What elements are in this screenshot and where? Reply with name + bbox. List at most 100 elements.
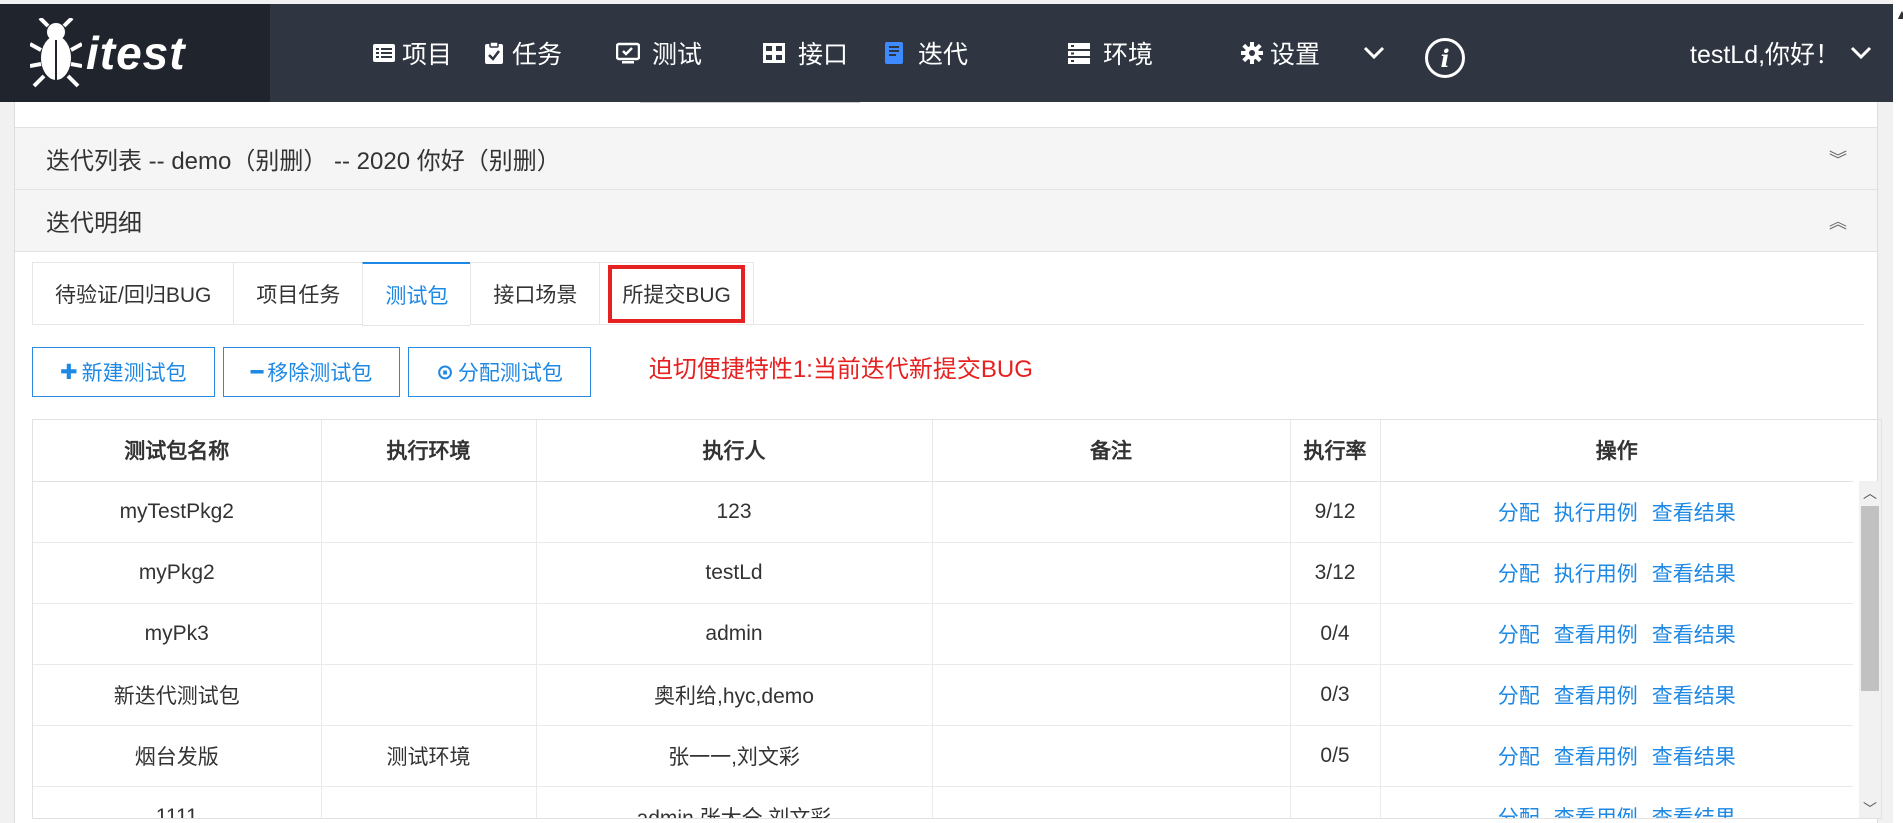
cell-env — [321, 664, 537, 726]
view-result-link[interactable]: 查看结果 — [1652, 624, 1736, 647]
nav-label: 测试 — [652, 41, 703, 69]
chevron-down-icon — [1851, 46, 1872, 60]
cell-env: 测试环境 — [321, 725, 537, 787]
iteration-detail-title: 迭代明细 — [46, 210, 142, 237]
case-link[interactable]: 执行用例 — [1554, 563, 1638, 586]
page-scroll-up-icon[interactable]: ▲ — [1895, 6, 1903, 22]
collapsed-section-stub — [15, 102, 1877, 128]
tab-test-package[interactable]: 测试包 — [362, 262, 471, 326]
cell-note — [932, 603, 1291, 665]
nav-label: 接口 — [798, 41, 849, 69]
scrollbar-thumb[interactable] — [1861, 506, 1879, 691]
expand-icon[interactable]: ︾ — [1829, 146, 1847, 172]
top-nav-bar: itest 项目 任务 测试 接口 迭代 环境 设置 i testLd,你好！ — [0, 4, 1893, 102]
detail-tabs: 待验证/回归BUG 项目任务 测试包 接口场景 所提交BUG — [32, 262, 1864, 326]
monitor-icon — [616, 42, 640, 64]
nav-item-task[interactable]: 任务 — [482, 4, 562, 102]
assign-link[interactable]: 分配 — [1498, 746, 1540, 769]
cell-env — [321, 481, 537, 543]
nav-item-settings[interactable]: 设置 — [1240, 4, 1320, 102]
cell-env — [321, 603, 537, 665]
nav-item-api[interactable]: 接口 — [762, 4, 848, 102]
cell-note — [932, 725, 1291, 787]
tab-submitted-bug[interactable]: 所提交BUG — [599, 262, 754, 325]
case-link[interactable]: 查看用例 — [1554, 624, 1638, 647]
collapse-icon[interactable]: ︽ — [1829, 208, 1847, 234]
assign-link[interactable]: 分配 — [1498, 624, 1540, 647]
assign-test-package-button[interactable]: ⊙ 分配测试包 — [408, 347, 591, 397]
case-link[interactable]: 查看用例 — [1554, 807, 1638, 819]
table-row: myPkg2 testLd 3/12 分配 执行用例 查看结果 — [33, 542, 1853, 604]
cell-rate: 3/12 — [1290, 542, 1381, 604]
info-icon[interactable]: i — [1425, 38, 1465, 78]
table-row: 1111 admin,张大仝,刘文彩 分配 查看用例 查看结果 — [33, 786, 1853, 819]
iteration-detail-body: 待验证/回归BUG 项目任务 测试包 接口场景 所提交BUG ✚ 新建测试包 ━… — [15, 252, 1882, 819]
nav-label: 迭代 — [918, 41, 969, 69]
remove-test-package-button[interactable]: ━ 移除测试包 — [222, 347, 401, 397]
assign-link[interactable]: 分配 — [1498, 685, 1540, 708]
test-package-table: 测试包名称 执行环境 执行人 备注 执行率 操作 myTestPkg2 123 — [32, 419, 1882, 819]
cell-rate: 0/5 — [1290, 725, 1381, 787]
minus-icon: ━ — [250, 360, 264, 384]
view-result-link[interactable]: 查看结果 — [1652, 563, 1736, 586]
assign-link[interactable]: 分配 — [1498, 502, 1540, 525]
table-header-row: 测试包名称 执行环境 执行人 备注 执行率 操作 — [33, 420, 1853, 482]
book-icon — [885, 42, 903, 64]
nav-label: 环境 — [1103, 41, 1154, 69]
col-name-header: 测试包名称 — [33, 420, 322, 482]
cell-note — [932, 542, 1291, 604]
cell-name: 烟台发版 — [33, 725, 322, 787]
new-test-package-button[interactable]: ✚ 新建测试包 — [32, 347, 215, 397]
nav-label: 设置 — [1270, 41, 1321, 69]
table-row: myTestPkg2 123 9/12 分配 执行用例 查看结果 — [33, 481, 1853, 543]
cell-name: myTestPkg2 — [33, 481, 322, 543]
assign-link[interactable]: 分配 — [1498, 563, 1540, 586]
nav-label: 任务 — [512, 41, 563, 69]
clipboard-icon — [485, 41, 503, 64]
tab-api-scenario[interactable]: 接口场景 — [470, 262, 600, 325]
server-icon — [1068, 43, 1090, 64]
cell-rate: 0/4 — [1290, 603, 1381, 665]
view-result-link[interactable]: 查看结果 — [1652, 807, 1736, 819]
nav-item-iteration[interactable]: 迭代 — [882, 4, 968, 102]
case-link[interactable]: 查看用例 — [1554, 685, 1638, 708]
table-scrollbar[interactable]: ︿ ﹀ — [1859, 481, 1881, 818]
cell-ops: 分配 执行用例 查看结果 — [1380, 481, 1853, 543]
cell-ops: 分配 查看用例 查看结果 — [1380, 664, 1853, 726]
user-menu[interactable]: testLd,你好！ — [1690, 4, 1872, 102]
col-executor-header: 执行人 — [536, 420, 933, 482]
cell-note — [932, 481, 1291, 543]
col-env-header: 执行环境 — [321, 420, 537, 482]
cell-ops: 分配 查看用例 查看结果 — [1380, 725, 1853, 787]
nav-item-env[interactable]: 环境 — [1067, 4, 1153, 102]
case-link[interactable]: 执行用例 — [1554, 502, 1638, 525]
bug-logo-icon — [30, 18, 82, 88]
iteration-list-title: 迭代列表 -- demo（别删） -- 2020 你好（别删） — [46, 148, 561, 175]
logo[interactable]: itest — [0, 4, 270, 102]
scroll-up-icon[interactable]: ︿ — [1863, 483, 1877, 503]
cell-executor: 张一一,刘文彩 — [536, 725, 933, 787]
view-result-link[interactable]: 查看结果 — [1652, 685, 1736, 708]
nav-item-test[interactable]: 测试 — [616, 4, 702, 102]
case-link[interactable]: 查看用例 — [1554, 746, 1638, 769]
cell-rate — [1290, 786, 1381, 818]
nav-more-chevron-down-icon[interactable] — [1362, 4, 1386, 102]
cell-rate: 0/3 — [1290, 664, 1381, 726]
scroll-down-icon[interactable]: ﹀ — [1863, 799, 1877, 818]
view-result-link[interactable]: 查看结果 — [1652, 746, 1736, 769]
table-row: myPk3 admin 0/4 分配 查看用例 查看结果 — [33, 603, 1853, 665]
cell-env — [321, 542, 537, 604]
list-icon — [373, 44, 395, 62]
tab-project-task[interactable]: 项目任务 — [233, 262, 363, 325]
cell-ops: 分配 查看用例 查看结果 — [1380, 786, 1853, 819]
logo-text: itest — [86, 27, 186, 79]
user-greeting: testLd,你好！ — [1690, 41, 1841, 69]
iteration-detail-header[interactable]: 迭代明细 ︽ — [15, 190, 1877, 252]
assign-link[interactable]: 分配 — [1498, 807, 1540, 819]
view-result-link[interactable]: 查看结果 — [1652, 502, 1736, 525]
cell-ops: 分配 执行用例 查看结果 — [1380, 542, 1853, 604]
main-panel: 迭代列表 -- demo（别删） -- 2020 你好（别删） ︾ 迭代明细 ︽… — [14, 102, 1882, 823]
nav-item-project[interactable]: 项目 — [372, 4, 452, 102]
tab-pending-bug[interactable]: 待验证/回归BUG — [32, 262, 234, 325]
iteration-list-header[interactable]: 迭代列表 -- demo（别删） -- 2020 你好（别删） ︾ — [15, 128, 1877, 190]
